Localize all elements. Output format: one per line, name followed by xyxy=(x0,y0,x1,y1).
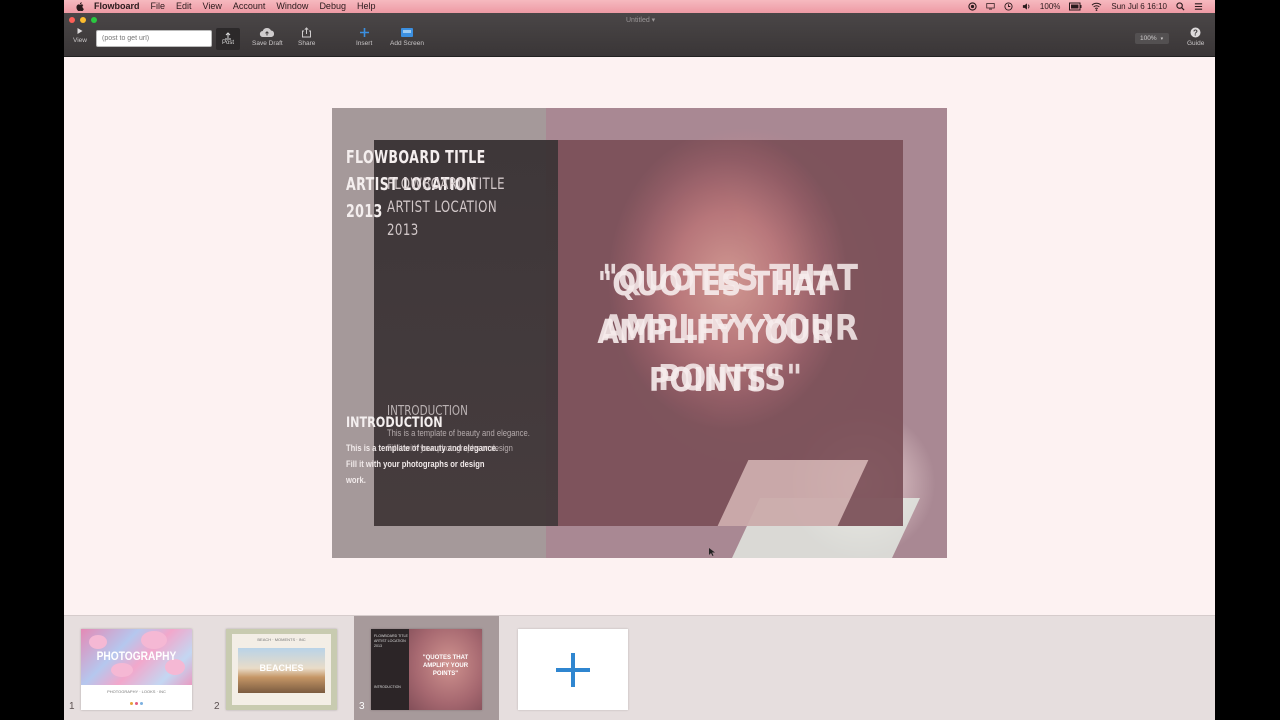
help-icon: ? xyxy=(1190,27,1201,38)
cloud-upload-icon xyxy=(260,27,275,38)
overlay-quote-line-3: POINTS" xyxy=(648,360,782,399)
screen-thumbnail-2[interactable]: BEACH · MOMENTS · INC BEACHES 2 xyxy=(209,616,354,720)
menu-app-name[interactable]: Flowboard xyxy=(94,0,140,13)
post-button[interactable]: Post xyxy=(216,28,240,50)
screen-3-title: FLOWBOARD TITLE ARTIST LOCATION 2013 xyxy=(374,634,408,649)
add-screen-label: Add Screen xyxy=(390,40,424,47)
plus-icon xyxy=(359,28,369,37)
spotlight-search-icon[interactable] xyxy=(1176,2,1185,11)
screen-preview-1[interactable]: PHOTOGRAPHY PHOTOGRAPHY · LOOKS · INC xyxy=(81,629,192,710)
play-icon xyxy=(77,28,83,34)
add-screen-tile[interactable] xyxy=(518,629,628,710)
add-screen-button[interactable]: Add Screen xyxy=(390,27,424,47)
window-controls xyxy=(69,17,97,23)
menu-edit[interactable]: Edit xyxy=(176,0,192,13)
slide-title: FLOWBOARD TITLE xyxy=(346,147,486,168)
menu-debug[interactable]: Debug xyxy=(319,0,346,13)
overlay-title-block: FLOWBOARD TITLE ARTIST LOCATION 2013 xyxy=(387,172,505,241)
screen-preview-3[interactable]: FLOWBOARD TITLE ARTIST LOCATION 2013 "QU… xyxy=(371,629,482,710)
share-icon xyxy=(302,27,312,38)
screen-3-quote-line-2: AMPLIFY YOUR xyxy=(422,663,469,669)
menu-window[interactable]: Window xyxy=(276,0,308,13)
screen-preview-2[interactable]: BEACH · MOMENTS · INC BEACHES xyxy=(226,629,337,710)
menubar-clock[interactable]: Sun Jul 6 16:10 xyxy=(1111,2,1167,11)
screen-3-quote-line-1: "QUOTES THAT xyxy=(422,655,469,661)
insert-button[interactable]: Insert xyxy=(356,27,372,47)
close-window-button[interactable] xyxy=(69,17,75,23)
save-draft-button[interactable]: Save Draft xyxy=(252,27,283,47)
view-label: View xyxy=(73,37,87,44)
menu-file[interactable]: File xyxy=(151,0,166,13)
add-screen-icon xyxy=(400,28,413,37)
screen-2-title: BEACHES xyxy=(259,663,304,673)
screen-2-frame: BEACH · MOMENTS · INC BEACHES xyxy=(232,634,331,705)
post-url-field[interactable] xyxy=(96,30,212,47)
notification-center-icon[interactable] xyxy=(1194,2,1203,11)
battery-percent: 100% xyxy=(1039,2,1061,11)
slide-intro-line-3: work. xyxy=(346,475,366,486)
menu-help[interactable]: Help xyxy=(357,0,376,13)
add-screen-plus-icon xyxy=(556,652,590,687)
time-machine-icon[interactable] xyxy=(1004,2,1013,11)
menu-view[interactable]: View xyxy=(203,0,222,13)
screen-3-quote-line-3: POINTS" xyxy=(432,671,459,677)
status-area: 100% Sun Jul 6 16:10 xyxy=(968,0,1203,13)
overlay-artist-location: ARTIST LOCATION xyxy=(387,197,498,216)
overlay-title: FLOWBOARD TITLE xyxy=(387,174,505,193)
screen-1-title: PHOTOGRAPHY xyxy=(96,649,177,663)
screen-number-1: 1 xyxy=(69,701,75,712)
zoom-selector[interactable]: 100% ▾ xyxy=(1135,33,1169,44)
menu-bar: Flowboard File Edit View Account Window … xyxy=(64,0,1215,13)
display-status-icon[interactable] xyxy=(986,2,995,11)
svg-text:?: ? xyxy=(1193,28,1198,37)
post-upload-icon xyxy=(225,32,231,40)
window-title[interactable]: Untitled ▾ xyxy=(626,16,655,24)
overlay-intro-line-1: This is a template of beauty and eleganc… xyxy=(387,428,530,439)
wifi-icon[interactable] xyxy=(1091,2,1102,11)
zoom-window-button[interactable] xyxy=(91,17,97,23)
zoom-value: 100% xyxy=(1140,35,1157,42)
overlay-quote-line-1: "QUOTES THAT xyxy=(597,264,833,303)
overlay-intro-heading: INTRODUCTION xyxy=(387,404,468,419)
share-label: Share xyxy=(298,40,316,47)
apple-menu-icon[interactable] xyxy=(76,2,84,11)
overlay-intro-line-2: Fill it with your photographs or design xyxy=(387,443,513,454)
minimize-window-button[interactable] xyxy=(80,17,86,23)
record-status-icon[interactable] xyxy=(968,2,977,11)
overlay-photo-detail xyxy=(717,460,869,526)
guide-label: Guide xyxy=(1187,40,1205,47)
screen-1-subtitle: PHOTOGRAPHY · LOOKS · INC xyxy=(107,689,166,694)
share-button[interactable]: Share xyxy=(298,27,315,47)
menu-account[interactable]: Account xyxy=(233,0,266,13)
screen-number-3: 3 xyxy=(359,701,365,712)
overlay-quote: "QUOTES THAT AMPLIFY YOUR POINTS" xyxy=(592,260,839,404)
chevron-down-icon: ▾ xyxy=(1160,35,1164,42)
screen-3-intro: INTRODUCTION xyxy=(374,685,401,689)
overlay-intro-body: This is a template of beauty and eleganc… xyxy=(387,426,555,456)
screen-2-header: BEACH · MOMENTS · INC xyxy=(257,637,306,642)
battery-icon[interactable] xyxy=(1069,2,1082,11)
screen-1-dots xyxy=(130,702,143,705)
screen-thumbnail-1[interactable]: PHOTOGRAPHY PHOTOGRAPHY · LOOKS · INC 1 xyxy=(64,616,209,720)
overlay-year: 2013 xyxy=(387,220,419,239)
screens-strip: PHOTOGRAPHY PHOTOGRAPHY · LOOKS · INC 1 … xyxy=(64,615,1215,720)
volume-icon[interactable] xyxy=(1022,2,1031,11)
screen-number-2: 2 xyxy=(214,701,220,712)
insert-label: Insert xyxy=(356,40,373,47)
mouse-cursor-icon xyxy=(709,548,715,556)
slide-intro-line-2: Fill it with your photographs or design xyxy=(346,459,485,470)
guide-button[interactable]: ? Guide xyxy=(1187,27,1204,47)
toolbar: Untitled ▾ View Post Save Draft Share In… xyxy=(64,13,1215,57)
screen-canvas[interactable]: FLOWBOARD TITLE ARTIST LOCATION 2013 FLO… xyxy=(332,108,947,558)
overlay-quote-line-2: AMPLIFY YOUR xyxy=(597,312,833,351)
screen-thumbnail-3[interactable]: FLOWBOARD TITLE ARTIST LOCATION 2013 "QU… xyxy=(354,616,499,720)
save-draft-label: Save Draft xyxy=(252,40,283,47)
view-button[interactable]: View xyxy=(73,27,87,44)
screen-3-quote: "QUOTES THAT AMPLIFY YOUR POINTS" xyxy=(409,654,482,678)
screen-3-title-line-3: 2013 xyxy=(374,644,382,648)
flowboard-app-window: Flowboard File Edit View Account Window … xyxy=(64,0,1215,720)
post-label: Post xyxy=(221,40,234,46)
